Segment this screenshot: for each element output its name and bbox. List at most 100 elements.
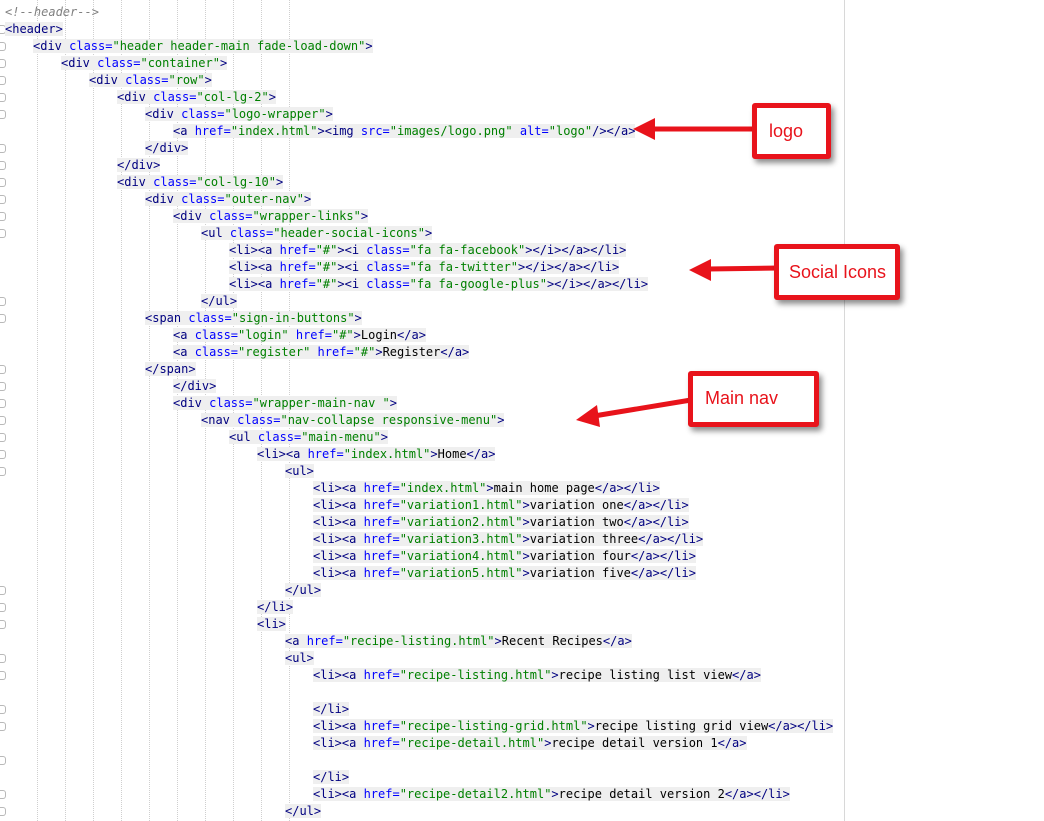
code-token: > <box>424 226 433 240</box>
code-token: class= <box>69 39 113 53</box>
fold-marker-icon[interactable] <box>0 178 6 187</box>
code-line[interactable]: <div class="container"> <box>61 55 228 72</box>
fold-marker-icon[interactable] <box>0 110 6 119</box>
code-line[interactable]: <li><a href="variation5.html">variation … <box>313 565 696 582</box>
code-token: </a> <box>397 328 426 342</box>
code-token: </div> <box>173 379 217 393</box>
code-token: "variation5.html" <box>399 566 523 580</box>
code-line[interactable]: <header> <box>5 21 63 38</box>
code-line[interactable]: <li><a href="variation3.html">variation … <box>313 531 704 548</box>
code-line[interactable]: <nav class="nav-collapse responsive-menu… <box>201 412 505 429</box>
fold-marker-icon[interactable] <box>0 161 6 170</box>
code-line[interactable]: </li> <box>313 769 350 786</box>
fold-marker-icon[interactable] <box>0 671 6 680</box>
code-line[interactable]: <li><a href="recipe-detail2.html">recipe… <box>313 786 790 803</box>
fold-marker-icon[interactable] <box>0 603 6 612</box>
fold-marker-icon[interactable] <box>0 467 6 476</box>
code-token: </a></li> <box>623 515 689 529</box>
code-line[interactable]: <li><a href="variation2.html">variation … <box>313 514 689 531</box>
code-token: "images/logo.png" <box>389 124 513 138</box>
fold-marker-icon[interactable] <box>0 229 6 238</box>
code-line[interactable]: <span class="sign-in-buttons"> <box>145 310 362 327</box>
code-token: recipe detail version 2 <box>558 787 725 801</box>
code-line[interactable]: </span> <box>145 361 196 378</box>
code-line[interactable]: <div class="wrapper-main-nav "> <box>173 395 397 412</box>
code-token: "register" <box>238 345 311 359</box>
code-line[interactable]: <div class="logo-wrapper"> <box>145 106 333 123</box>
code-line[interactable]: </ul> <box>285 803 322 820</box>
code-line[interactable]: <div class="wrapper-links"> <box>173 208 369 225</box>
code-token: </a> <box>440 345 470 359</box>
code-line[interactable]: <li><a href="recipe-listing.html">recipe… <box>313 667 761 684</box>
fold-marker-icon[interactable] <box>0 297 6 306</box>
code-line[interactable]: <a class="login" href="#">Login</a> <box>173 327 426 344</box>
code-line[interactable]: <div class="col-lg-2"> <box>117 89 276 106</box>
fold-marker-icon[interactable] <box>0 314 6 323</box>
fold-marker-icon[interactable] <box>0 195 6 204</box>
code-line[interactable]: <div class="col-lg-10"> <box>117 174 284 191</box>
code-line[interactable]: <li><a href="variation4.html">variation … <box>313 548 696 565</box>
code-token: </a></li> <box>768 719 834 733</box>
code-line[interactable]: <li><a href="#"><i class="fa fa-google-p… <box>229 276 649 293</box>
code-token: Login <box>360 328 398 342</box>
fold-marker-icon[interactable] <box>0 586 6 595</box>
code-line[interactable]: </div> <box>173 378 217 395</box>
code-line[interactable]: </div> <box>145 140 189 157</box>
code-line[interactable]: <li><a href="recipe-listing-grid.html">r… <box>313 718 834 735</box>
fold-marker-icon[interactable] <box>0 365 6 374</box>
fold-marker-icon[interactable] <box>0 42 6 51</box>
fold-marker-icon[interactable] <box>0 399 6 408</box>
code-line[interactable]: <!--header--> <box>5 4 99 21</box>
fold-marker-icon[interactable] <box>0 144 6 153</box>
fold-marker-icon[interactable] <box>0 416 6 425</box>
code-line[interactable]: <li><a href="variation1.html">variation … <box>313 497 689 514</box>
fold-marker-icon[interactable] <box>0 807 6 816</box>
code-token: "fa fa-google-plus" <box>409 277 547 291</box>
code-line[interactable]: </li> <box>313 701 350 718</box>
fold-marker-icon[interactable] <box>0 433 6 442</box>
fold-marker-icon[interactable] <box>0 382 6 391</box>
code-token: > <box>354 311 362 325</box>
code-token: <li><a <box>229 277 280 291</box>
code-token: recipe listing list view <box>558 668 733 682</box>
code-token: <li><a <box>313 498 364 512</box>
code-token: </a> <box>717 736 747 750</box>
code-token: <ul> <box>285 651 314 665</box>
code-line[interactable]: <li><a href="recipe-detail.html">recipe … <box>313 735 747 752</box>
fold-marker-icon[interactable] <box>0 212 6 221</box>
code-line[interactable]: <li> <box>257 616 286 633</box>
fold-marker-icon[interactable] <box>0 705 6 714</box>
fold-marker-icon[interactable] <box>0 59 6 68</box>
code-line[interactable]: </ul> <box>201 293 238 310</box>
code-line[interactable]: </div> <box>117 157 161 174</box>
indent-guide <box>37 0 38 821</box>
code-line[interactable]: <ul> <box>285 650 314 667</box>
code-line[interactable]: <a href="index.html"><img src="images/lo… <box>173 123 636 140</box>
code-line[interactable]: <li><a href="index.html">main home page<… <box>313 480 660 497</box>
code-line[interactable]: <a href="recipe-listing.html">Recent Rec… <box>285 633 632 650</box>
code-line[interactable]: </li> <box>257 599 294 616</box>
code-line[interactable]: <div class="outer-nav"> <box>145 191 312 208</box>
code-line[interactable]: <li><a href="index.html">Home</a> <box>257 446 496 463</box>
fold-marker-icon[interactable] <box>0 722 6 731</box>
code-line[interactable]: <li><a href="#"><i class="fa fa-facebook… <box>229 242 627 259</box>
fold-marker-icon[interactable] <box>0 790 6 799</box>
code-line[interactable]: <ul class="main-menu"> <box>229 429 388 446</box>
fold-marker-icon[interactable] <box>0 93 6 102</box>
code-line[interactable]: <div class="header header-main fade-load… <box>33 38 373 55</box>
code-line[interactable]: <ul> <box>285 463 314 480</box>
fold-marker-icon[interactable] <box>0 450 6 459</box>
code-line-content: <ul> <box>285 651 314 665</box>
fold-marker-icon[interactable] <box>0 620 6 629</box>
code-line[interactable]: <div class="row"> <box>89 72 212 89</box>
code-token: ><i <box>337 260 367 274</box>
code-line[interactable]: <ul class="header-social-icons"> <box>201 225 433 242</box>
fold-marker-icon[interactable] <box>0 756 6 765</box>
code-line[interactable]: <li><a href="#"><i class="fa fa-twitter"… <box>229 259 620 276</box>
code-line-content: <nav class="nav-collapse responsive-menu… <box>201 413 505 427</box>
fold-marker-icon[interactable] <box>0 76 6 85</box>
code-line[interactable]: </ul> <box>285 582 322 599</box>
code-token: > <box>522 515 530 529</box>
fold-marker-icon[interactable] <box>0 654 6 663</box>
code-line[interactable]: <a class="register" href="#">Register</a… <box>173 344 470 361</box>
